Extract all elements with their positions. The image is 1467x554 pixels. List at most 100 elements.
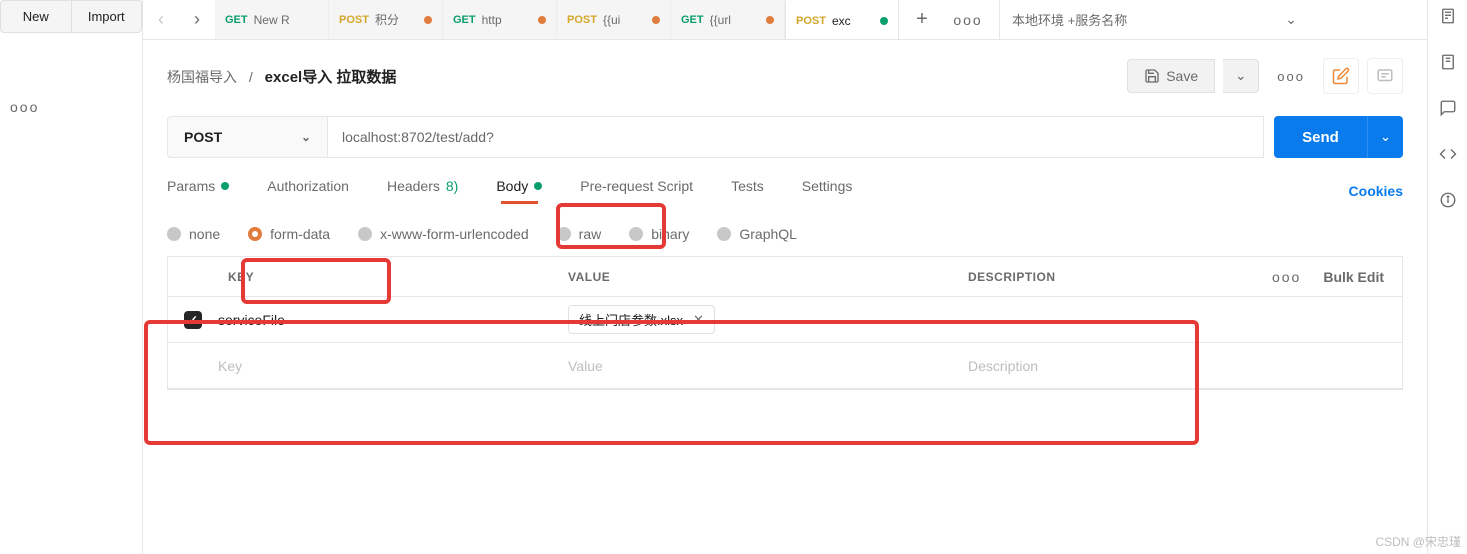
sidebar-more-icon[interactable]: ooo	[0, 93, 142, 121]
tabs-bar: ‹ › GET New R POST积分 GET http POST{{ui GET {{ur…	[143, 0, 1427, 40]
tab-headers[interactable]: Headers 8)	[387, 178, 458, 204]
tab-item[interactable]: POST{{ui	[557, 0, 671, 39]
chevron-down-icon: ⌄	[301, 130, 311, 144]
tab-prerequest[interactable]: Pre-request Script	[580, 178, 693, 204]
send-dropdown-button[interactable]: ⌄	[1367, 116, 1403, 158]
tab-item[interactable]: POSTexc	[785, 0, 899, 39]
url-input[interactable]	[327, 116, 1264, 158]
tab-item[interactable]: GET http	[443, 0, 557, 39]
table-header-actions: ooo Bulk Edit	[1232, 269, 1402, 285]
title-more-icon[interactable]: ooo	[1267, 63, 1315, 90]
tab-title: {{ui	[603, 13, 620, 27]
tab-title: 积分	[375, 11, 399, 28]
tab-tests[interactable]: Tests	[731, 178, 764, 204]
environment-select[interactable]: 本地环境 +服务名称 ⌄	[999, 0, 1309, 39]
radio-off-icon	[557, 227, 571, 241]
col-header-description: DESCRIPTION	[968, 270, 1232, 284]
method-label: GET	[453, 14, 476, 26]
tab-item[interactable]: POST积分	[329, 0, 443, 39]
pencil-icon	[1332, 67, 1350, 85]
modified-dot-icon	[652, 16, 660, 24]
tab-authorization[interactable]: Authorization	[267, 178, 349, 204]
cookies-link[interactable]: Cookies	[1349, 183, 1403, 199]
table-header: KEY VALUE DESCRIPTION ooo Bulk Edit	[168, 257, 1402, 297]
info-icon[interactable]	[1436, 188, 1460, 212]
chevron-down-icon: ⌄	[1285, 11, 1297, 28]
left-top-buttons: New Import	[0, 0, 142, 33]
note-icon[interactable]	[1436, 50, 1460, 74]
body-types: none form-data x-www-form-urlencoded raw…	[167, 226, 1403, 242]
col-header-value: VALUE	[568, 270, 968, 284]
right-sidebar	[1427, 0, 1467, 554]
close-icon[interactable]: ✕	[693, 312, 704, 328]
breadcrumb-folder[interactable]: 杨国福导入	[167, 69, 237, 85]
import-button[interactable]: Import	[71, 0, 143, 33]
placeholder-key: Key	[218, 358, 568, 374]
tab-params[interactable]: Params	[167, 178, 229, 204]
bulk-edit-button[interactable]: Bulk Edit	[1323, 269, 1384, 285]
breadcrumb-separator: /	[249, 69, 253, 85]
comment-icon-button[interactable]	[1367, 58, 1403, 94]
tab-item[interactable]: GET {{url	[671, 0, 785, 39]
tab-item[interactable]: GET New R	[215, 0, 329, 39]
modified-dot-icon	[766, 16, 774, 24]
tab-title: http	[482, 13, 502, 27]
tab-nav-prev[interactable]: ‹	[143, 0, 179, 39]
radio-off-icon	[358, 227, 372, 241]
body-type-urlencoded[interactable]: x-www-form-urlencoded	[358, 226, 529, 242]
col-header-key: KEY	[168, 270, 568, 284]
tab-title: {{url	[710, 13, 731, 27]
send-button[interactable]: Send	[1274, 116, 1367, 158]
tab-settings[interactable]: Settings	[802, 178, 853, 204]
modified-dot-icon	[424, 16, 432, 24]
placeholder-value: Value	[568, 358, 968, 374]
radio-off-icon	[167, 227, 181, 241]
method-label: GET	[225, 14, 248, 26]
edit-icon-button[interactable]	[1323, 58, 1359, 94]
docs-icon[interactable]	[1436, 4, 1460, 28]
body-type-binary[interactable]: binary	[629, 226, 689, 242]
code-icon[interactable]	[1436, 142, 1460, 166]
body-type-raw[interactable]: raw	[557, 226, 602, 242]
request-tabs: Params Authorization Headers 8) Body Pre…	[167, 178, 1403, 204]
body-type-none[interactable]: none	[167, 226, 220, 242]
dot-indicator-icon	[221, 182, 229, 190]
chat-icon[interactable]	[1436, 96, 1460, 120]
save-icon	[1144, 68, 1160, 84]
row-value[interactable]: 线上门店参数.xlsx ✕	[568, 305, 968, 334]
new-button[interactable]: New	[0, 0, 71, 33]
body-type-graphql[interactable]: GraphQL	[717, 226, 797, 242]
title-bar: 杨国福导入 / excel导入 拉取数据 Save ⌄ ooo	[143, 40, 1427, 112]
placeholder-description: Description	[968, 358, 1402, 374]
checkbox-on-icon: ✓	[184, 311, 202, 329]
send-group: Send ⌄	[1274, 116, 1403, 158]
main-area: ‹ › GETNew RPOST积分GEThttpPOST{{uiGET{{ur…	[143, 0, 1427, 554]
tab-title: New R	[254, 13, 290, 27]
url-row: POST ⌄ Send ⌄	[167, 116, 1403, 158]
body-type-form-data[interactable]: form-data	[248, 226, 330, 242]
modified-dot-icon	[880, 17, 888, 25]
tabs-more-icon[interactable]: ooo	[945, 0, 991, 39]
dot-indicator-icon	[534, 182, 542, 190]
title-actions: Save ⌄ ooo	[1127, 58, 1403, 94]
tab-body[interactable]: Body	[496, 178, 542, 204]
form-data-table: KEY VALUE DESCRIPTION ooo Bulk Edit ✓ se…	[167, 256, 1403, 390]
row-key[interactable]: serviceFile	[218, 312, 568, 328]
file-name: 线上门店参数.xlsx	[579, 310, 683, 329]
tab-nav-next[interactable]: ›	[179, 0, 215, 39]
save-dropdown-button[interactable]: ⌄	[1223, 59, 1259, 93]
radio-off-icon	[717, 227, 731, 241]
method-value: POST	[184, 129, 222, 145]
row-checkbox[interactable]: ✓	[168, 311, 218, 329]
tab-title: exc	[832, 14, 851, 28]
file-chip: 线上门店参数.xlsx ✕	[568, 305, 715, 334]
method-label: GET	[681, 14, 704, 26]
table-more-icon[interactable]: ooo	[1272, 269, 1301, 285]
tabs-list: GET New R POST积分 GET http POST{{ui GET {{url POS…	[215, 0, 899, 39]
table-row-placeholder[interactable]: Key Value Description	[168, 343, 1402, 389]
new-tab-button[interactable]: +	[899, 0, 945, 39]
save-button[interactable]: Save	[1127, 59, 1215, 93]
environment-label: 本地环境 +服务名称	[1012, 10, 1127, 29]
radio-off-icon	[629, 227, 643, 241]
method-select[interactable]: POST ⌄	[167, 116, 327, 158]
